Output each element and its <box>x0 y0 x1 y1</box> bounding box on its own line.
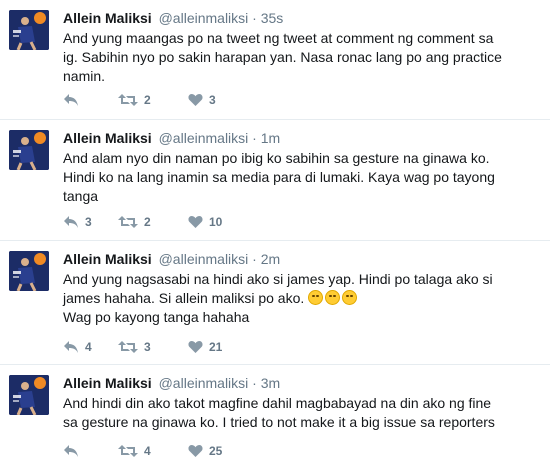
tweet-text-line: james hahaha. Si allein maliksi po ako. <box>63 289 544 308</box>
separator: · <box>252 375 257 391</box>
tweet[interactable]: Allein Maliksi @alleinmaliksi · 2m And y… <box>0 241 550 365</box>
tweet-text-line: tanga <box>63 188 99 204</box>
tweet-text: And yung maangas po na tweet ng tweet at… <box>63 29 544 86</box>
tweet-actions: 4 25 <box>63 442 222 460</box>
retweet-count: 4 <box>144 444 151 458</box>
separator: · <box>252 10 257 26</box>
username[interactable]: @alleinmaliksi <box>159 251 249 267</box>
tweet-actions: 3 2 10 <box>63 213 222 231</box>
tweet-text: And alam nyo din naman po ibig ko sabihi… <box>63 149 544 206</box>
like-count: 21 <box>209 340 223 354</box>
reply-icon <box>64 94 78 106</box>
tweet-text-fragment: james hahaha. Si allein maliksi po ako. <box>63 290 305 306</box>
avatar-image <box>9 130 49 170</box>
username[interactable]: @alleinmaliksi <box>159 375 249 391</box>
avatar-image <box>9 375 49 415</box>
tweet-text-line: ig. Sabihin nyo po sakin harapan yan. Na… <box>63 49 502 65</box>
like-button[interactable]: 21 <box>188 340 222 354</box>
display-name[interactable]: Allein Maliksi <box>63 10 152 26</box>
like-count: 10 <box>209 215 223 229</box>
tweet-text-line: Hindi ko na lang inamin sa media para di… <box>63 169 495 185</box>
separator: · <box>252 130 257 146</box>
retweet-count: 2 <box>144 215 151 229</box>
tweet-text-line: And yung maangas po na tweet ng tweet at… <box>63 30 494 46</box>
like-count: 25 <box>209 444 223 458</box>
like-count: 3 <box>209 93 216 107</box>
tweet-actions: 2 3 <box>63 91 216 109</box>
tweet[interactable]: Allein Maliksi @alleinmaliksi · 1m And a… <box>0 120 550 241</box>
reply-icon <box>64 445 78 457</box>
display-name[interactable]: Allein Maliksi <box>63 251 152 267</box>
tweet-text: And yung nagsasabi na hindi ako si james… <box>63 270 544 327</box>
tweet-actions: 4 3 21 <box>63 338 222 356</box>
retweet-icon <box>118 94 138 106</box>
avatar[interactable] <box>9 10 49 50</box>
retweet-button[interactable]: 2 <box>118 93 188 107</box>
timestamp[interactable]: 3m <box>261 375 280 391</box>
heart-icon <box>188 216 203 228</box>
timestamp[interactable]: 35s <box>261 10 284 26</box>
tweet-text-line: Wag po kayong tanga hahaha <box>63 309 250 325</box>
tweet[interactable]: Allein Maliksi @alleinmaliksi · 3m And h… <box>0 365 550 467</box>
retweet-count: 2 <box>144 93 151 107</box>
tweet-text-line: sa gesture na ginawa ko. I tried to not … <box>63 414 495 430</box>
retweet-count: 3 <box>144 340 151 354</box>
tweet-text-line: And yung nagsasabi na hindi ako si james… <box>63 271 493 287</box>
username[interactable]: @alleinmaliksi <box>159 130 249 146</box>
reply-button[interactable]: 4 <box>63 340 118 354</box>
reply-button[interactable]: 3 <box>63 215 118 229</box>
avatar[interactable] <box>9 251 49 291</box>
tweet-text-line: And alam nyo din naman po ibig ko sabihi… <box>63 150 490 166</box>
tweet[interactable]: Allein Maliksi @alleinmaliksi · 35s And … <box>0 0 550 120</box>
like-button[interactable]: 3 <box>188 93 216 107</box>
tweet-text-line: And hindi din ako takot magfine dahil ma… <box>63 395 492 411</box>
retweet-icon <box>118 445 138 457</box>
like-button[interactable]: 10 <box>188 215 222 229</box>
heart-icon <box>188 94 203 106</box>
display-name[interactable]: Allein Maliksi <box>63 130 152 146</box>
timestamp[interactable]: 2m <box>261 251 280 267</box>
rofl-emoji <box>325 290 341 305</box>
rofl-emoji <box>308 290 324 305</box>
retweet-icon <box>118 341 138 353</box>
avatar-image <box>9 10 49 50</box>
separator: · <box>252 251 257 267</box>
retweet-button[interactable]: 4 <box>118 444 188 458</box>
avatar[interactable] <box>9 375 49 415</box>
retweet-button[interactable]: 2 <box>118 215 188 229</box>
avatar-image <box>9 251 49 291</box>
rofl-emoji <box>342 290 358 305</box>
tweet-text: And hindi din ako takot magfine dahil ma… <box>63 394 544 432</box>
like-button[interactable]: 25 <box>188 444 222 458</box>
reply-button[interactable] <box>63 444 118 458</box>
timestamp[interactable]: 1m <box>261 130 280 146</box>
tweet-feed: Allein Maliksi @alleinmaliksi · 35s And … <box>0 0 550 467</box>
retweet-icon <box>118 216 138 228</box>
retweet-button[interactable]: 3 <box>118 340 188 354</box>
heart-icon <box>188 341 203 353</box>
username[interactable]: @alleinmaliksi <box>159 10 249 26</box>
avatar[interactable] <box>9 130 49 170</box>
reply-icon <box>64 341 78 353</box>
reply-count: 3 <box>85 215 92 229</box>
display-name[interactable]: Allein Maliksi <box>63 375 152 391</box>
reply-icon <box>64 216 78 228</box>
reply-button[interactable] <box>63 93 118 107</box>
reply-count: 4 <box>85 340 92 354</box>
heart-icon <box>188 445 203 457</box>
tweet-text-line: namin. <box>63 68 106 84</box>
